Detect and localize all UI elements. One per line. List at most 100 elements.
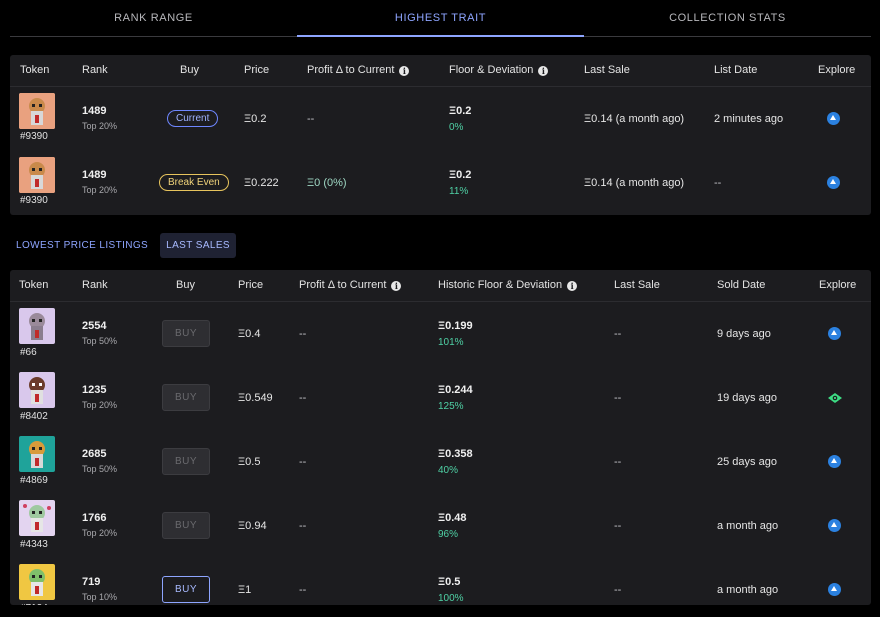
buy-button[interactable]: BUY	[162, 320, 210, 347]
price-cell: Ξ0.549	[238, 392, 273, 404]
info-icon[interactable]: i	[391, 280, 402, 291]
token-thumbnail[interactable]	[19, 157, 55, 193]
tab-highest-trait[interactable]: HIGHEST TRAIT	[297, 0, 584, 37]
deviation-value: 11%	[449, 186, 469, 197]
floor-value: Ξ0.244	[438, 384, 473, 396]
token-id[interactable]: #8402	[20, 411, 48, 422]
floor-cell: Ξ0.5 100%	[438, 576, 464, 604]
header-price: Price	[238, 279, 264, 291]
buy-button[interactable]: BUY	[162, 384, 210, 411]
current-badge[interactable]: Current	[167, 110, 219, 127]
opensea-icon[interactable]	[828, 327, 841, 340]
token-thumbnail[interactable]	[19, 436, 55, 472]
buy-button[interactable]: BUY	[162, 512, 210, 539]
rank-cell: 1235 Top 20%	[82, 384, 117, 410]
table-row: #8402 1235 Top 20% BUY Ξ0.549 -- Ξ0.244 …	[10, 366, 871, 430]
eye-icon[interactable]	[827, 392, 843, 404]
floor-value: Ξ0.48	[438, 512, 467, 524]
header-last-sale: Last Sale	[584, 64, 630, 76]
token-id[interactable]: #4343	[20, 539, 48, 550]
token-thumbnail[interactable]	[19, 564, 55, 600]
rank-value: 1766	[82, 512, 107, 524]
table-header: Token Rank Buy Price Profit Δ to Current…	[10, 270, 871, 302]
tab-rank-range[interactable]: RANK RANGE	[10, 0, 297, 36]
opensea-icon[interactable]	[827, 112, 840, 125]
profit-cell: --	[299, 456, 307, 468]
opensea-icon[interactable]	[828, 455, 841, 468]
header-floor: Floor & Deviation i	[449, 55, 549, 86]
deviation-value: 40%	[438, 465, 459, 476]
profit-cell: --	[299, 520, 307, 532]
info-icon[interactable]: i	[567, 280, 578, 291]
buy-button[interactable]: BUY	[162, 448, 210, 475]
price-cell: Ξ0.94	[238, 520, 267, 532]
token-id[interactable]: #9390	[20, 131, 48, 142]
header-floor-label: Floor & Deviation	[449, 64, 534, 76]
floor-value: Ξ0.2	[449, 169, 472, 181]
rank-value: 2554	[82, 320, 107, 332]
floor-cell: Ξ0.2 0%	[449, 105, 471, 133]
header-explore: Explore	[819, 279, 857, 291]
rank-value: 719	[82, 576, 101, 588]
tab-collection-stats[interactable]: COLLECTION STATS	[584, 0, 871, 36]
token-id[interactable]: #7124	[20, 603, 48, 605]
table-header: Token Rank Buy Price Profit Δ to Current…	[10, 55, 871, 87]
floor-cell: Ξ0.244 125%	[438, 384, 473, 412]
highest-trait-table: Token Rank Buy Price Profit Δ to Current…	[10, 55, 871, 215]
opensea-icon[interactable]	[828, 519, 841, 532]
price-cell: Ξ0.222	[244, 177, 279, 189]
floor-cell: Ξ0.358 40%	[438, 448, 473, 476]
profit-cell: --	[307, 113, 315, 125]
info-icon[interactable]: i	[538, 65, 549, 76]
opensea-icon[interactable]	[827, 176, 840, 189]
last-sales-table: Token Rank Buy Price Profit Δ to Current…	[10, 270, 871, 605]
rank-tier: Top 50%	[82, 464, 118, 474]
header-list-date: List Date	[714, 64, 758, 76]
rank-tier: Top 10%	[82, 592, 118, 602]
header-token: Token	[19, 279, 49, 291]
header-profit-label: Profit Δ to Current	[299, 279, 387, 291]
token-thumbnail[interactable]	[19, 500, 55, 536]
sold-date-cell: 25 days ago	[717, 456, 777, 468]
token-thumbnail[interactable]	[19, 372, 55, 408]
deviation-value: 125%	[438, 401, 464, 412]
rank-value: 1489	[82, 169, 107, 181]
listing-tabs: LOWEST PRICE LISTINGS LAST SALES	[10, 233, 236, 258]
token-thumbnail[interactable]	[19, 308, 55, 344]
rank-value: 2685	[82, 448, 107, 460]
info-icon[interactable]: i	[399, 65, 410, 76]
last-sale-cell: --	[614, 328, 622, 340]
header-rank: Rank	[82, 64, 108, 76]
last-sale-cell: --	[614, 456, 622, 468]
buy-button[interactable]: BUY	[162, 576, 210, 603]
header-buy: Buy	[176, 279, 195, 291]
last-sale-cell: Ξ0.14 (a month ago)	[584, 113, 685, 125]
last-sale-cell: --	[614, 520, 622, 532]
tab-last-sales[interactable]: LAST SALES	[160, 233, 236, 258]
header-profit: Profit Δ to Current i	[307, 55, 410, 86]
rank-cell: 2554 Top 50%	[82, 320, 117, 346]
top-tabs: RANK RANGE HIGHEST TRAIT COLLECTION STAT…	[10, 0, 871, 37]
table-row: #9390 1489 Top 20% Current Ξ0.2 -- Ξ0.2 …	[10, 87, 871, 151]
rank-tier: Top 20%	[82, 185, 118, 195]
list-date-cell: --	[714, 177, 722, 189]
floor-cell: Ξ0.48 96%	[438, 512, 467, 540]
header-historic-floor-label: Historic Floor & Deviation	[438, 279, 563, 291]
tab-lowest-price-listings[interactable]: LOWEST PRICE LISTINGS	[10, 233, 154, 258]
deviation-value: 0%	[449, 122, 464, 133]
floor-value: Ξ0.2	[449, 105, 472, 117]
token-id[interactable]: #9390	[20, 195, 48, 206]
token-id[interactable]: #66	[20, 347, 37, 358]
token-thumbnail[interactable]	[19, 93, 55, 129]
table-row: #4869 2685 Top 50% BUY Ξ0.5 -- Ξ0.358 40…	[10, 430, 871, 494]
rank-cell: 1489 Top 20%	[82, 105, 117, 131]
profit-cell: --	[299, 328, 307, 340]
break-even-badge[interactable]: Break Even	[159, 174, 229, 191]
opensea-icon[interactable]	[828, 583, 841, 596]
header-token: Token	[20, 64, 50, 76]
sold-date-cell: a month ago	[717, 520, 779, 532]
floor-cell: Ξ0.199 101%	[438, 320, 473, 348]
token-id[interactable]: #4869	[20, 475, 48, 486]
price-cell: Ξ0.2	[244, 113, 267, 125]
header-profit: Profit Δ to Current i	[299, 270, 402, 301]
